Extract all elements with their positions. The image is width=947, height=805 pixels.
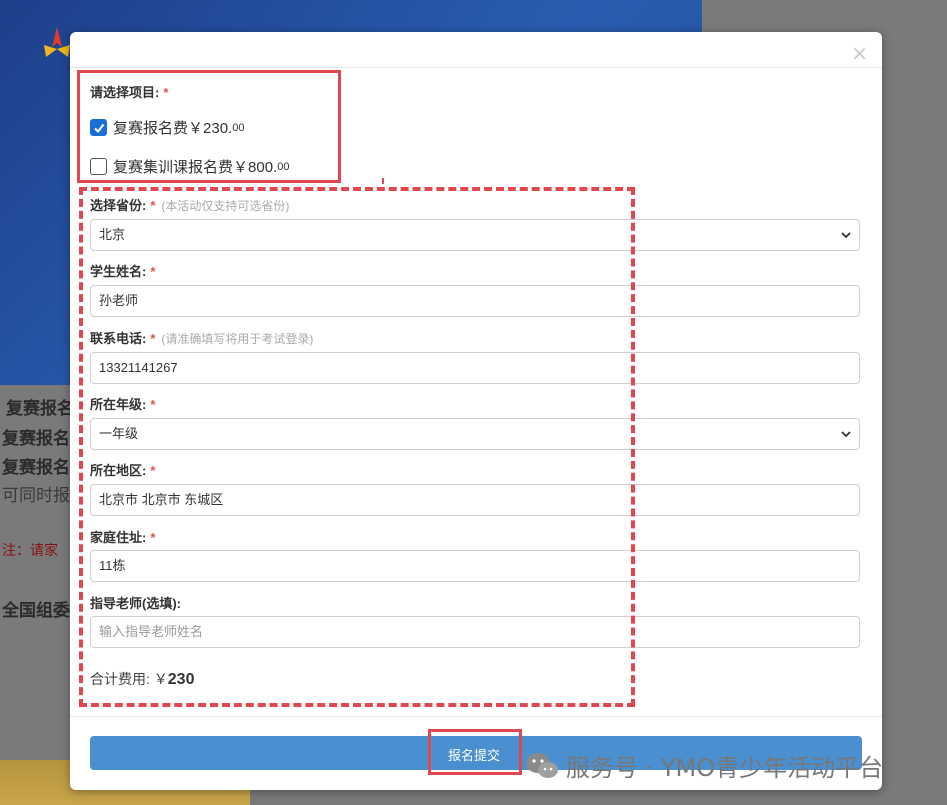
chevron-down-icon [841, 431, 851, 438]
bg-line-2: 复赛报名 [2, 429, 70, 448]
close-icon[interactable]: × [851, 43, 868, 63]
wechat-icon [526, 752, 558, 778]
annotation-submit-box [428, 729, 522, 775]
modal-header: × [70, 32, 882, 68]
bg-line-1: 复赛报名 [6, 399, 74, 418]
annotation-project-box [77, 70, 341, 183]
annotation-tick [382, 178, 384, 184]
annotation-form-box [79, 187, 635, 707]
bg-line-6: 全国组委 [2, 601, 70, 620]
bg-line-4: 可同时报 [2, 486, 70, 505]
chevron-down-icon [841, 232, 851, 239]
watermark-text: 服务号 · YMO青少年活动平台 [566, 754, 884, 782]
bg-line-5: 注：请家 [2, 542, 58, 558]
bg-line-3: 复赛报名 [2, 458, 70, 477]
logo-icon [44, 27, 70, 57]
watermark: 服务号 · YMO青少年活动平台 [524, 748, 883, 783]
